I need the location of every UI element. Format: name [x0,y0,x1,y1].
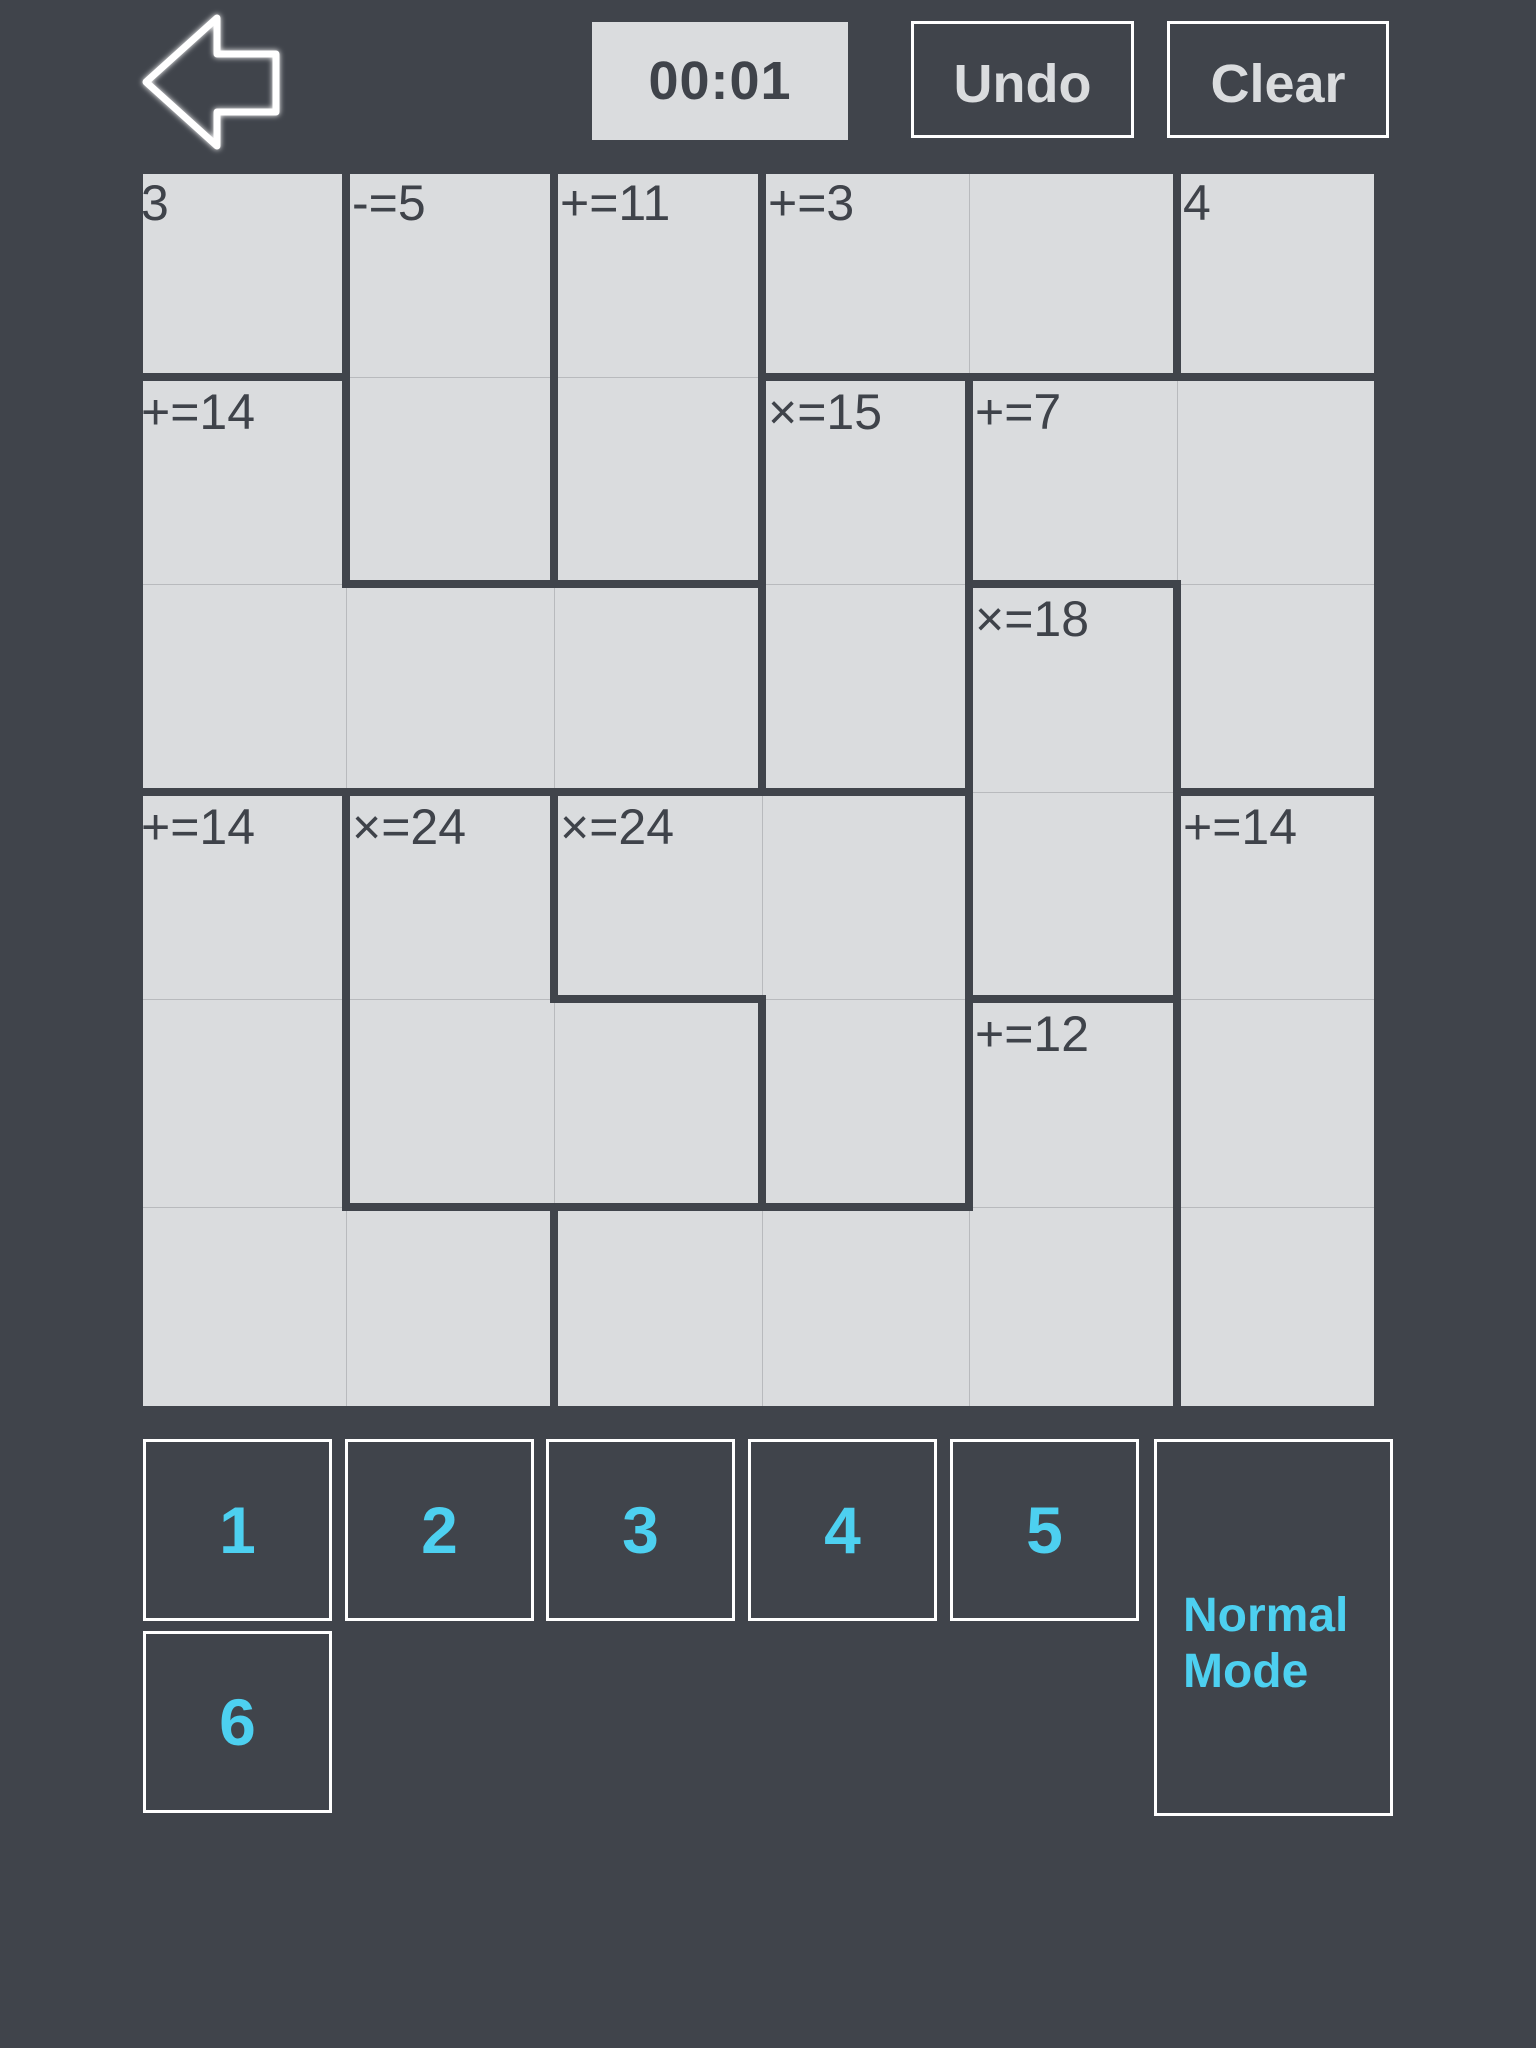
grid-cell[interactable] [1177,584,1378,792]
grid-cell[interactable] [139,584,346,792]
cage-clue: +=7 [975,384,1062,440]
grid-cell[interactable] [969,170,1177,377]
cage-clue: ×=24 [560,799,675,855]
cage-clue: +=12 [975,1006,1090,1062]
cage-clue: 4 [1183,175,1211,231]
cage-border [135,373,350,381]
cage-border [758,788,973,796]
grid-frame [1374,170,1378,1410]
back-arrow-icon [142,14,280,150]
back-button[interactable] [140,12,290,152]
grid-frame [139,1406,1378,1410]
number-key-5[interactable]: 5 [950,1439,1139,1621]
undo-button[interactable]: Undo [911,21,1134,138]
cage-border [342,788,558,796]
cage-border [550,580,766,588]
cage-border [1173,788,1382,796]
cage-clue: +=11 [560,175,671,231]
cage-border [1173,166,1181,381]
grid-cell[interactable] [969,1207,1177,1410]
grid-cell[interactable] [762,999,969,1207]
number-key-3[interactable]: 3 [546,1439,735,1621]
cage-clue: +=14 [141,384,256,440]
cage-border [550,788,558,1003]
cage-border [342,995,350,1211]
cage-border [965,373,1181,381]
grid-cell[interactable] [762,792,969,999]
grid-cell[interactable] [1177,1207,1378,1410]
grid-cell[interactable] [554,999,762,1207]
cage-border [550,1203,766,1211]
grid-cell[interactable] [346,377,554,584]
cage-border [1173,1203,1181,1414]
cage-border [965,995,1181,1003]
grid-cell[interactable] [762,1207,969,1410]
cage-border [550,1203,558,1414]
cage-border [758,373,973,381]
cage-border [758,166,766,381]
grid-cell[interactable] [346,584,554,792]
cage-border [1173,580,1181,796]
cage-border [342,1203,558,1211]
clear-button[interactable]: Clear [1167,21,1389,138]
cage-border [550,995,766,1003]
timer-display: 00:01 [592,22,848,140]
cage-clue: +=14 [1183,799,1298,855]
cage-border [965,580,1181,588]
cage-border [342,788,350,1003]
cage-clue: ×=24 [352,799,467,855]
cage-border [1173,788,1181,1003]
cage-border [135,788,350,796]
grid-cell[interactable] [1177,999,1378,1207]
cage-border [342,166,350,381]
puzzle-grid: 3 -=5 +=11 +=3 4 +=14 ×=15 +=7 ×=18 +=14 ×=24 ×=24 +… [135,166,1382,1414]
grid-cell[interactable] [1177,377,1378,584]
grid-cell[interactable] [554,1207,762,1410]
cage-clue: -=5 [352,175,426,231]
grid-cell[interactable] [762,584,969,792]
cage-border [758,995,766,1211]
cage-border [758,1203,973,1211]
cage-border [965,580,973,796]
number-key-2[interactable]: 2 [345,1439,534,1621]
cage-border [342,580,558,588]
cage-clue: +=14 [141,799,256,855]
mode-toggle-button[interactable]: Normal Mode [1154,1439,1393,1816]
cage-border [1173,995,1181,1211]
cage-border [550,166,558,381]
cage-clue: ×=18 [975,591,1090,647]
cage-clue: ×=15 [768,384,883,440]
grid-frame [139,170,1378,174]
grid-cell[interactable] [554,377,762,584]
cage-border [342,373,350,588]
grid-cell[interactable] [346,999,554,1207]
cage-border [550,373,558,588]
cage-border [965,995,973,1211]
cage-border [550,788,766,796]
cage-border [1173,373,1382,381]
grid-cell[interactable] [346,1207,554,1410]
cage-clue: +=3 [768,175,855,231]
cage-border [965,373,973,588]
cage-border [965,788,973,1003]
grid-cell[interactable] [139,1207,346,1410]
cage-border [758,580,766,796]
grid-cell[interactable] [139,170,346,377]
number-key-1[interactable]: 1 [143,1439,332,1621]
cage-clue: 3 [141,175,169,231]
grid-cell[interactable] [139,999,346,1207]
cage-border [758,373,766,588]
number-key-6[interactable]: 6 [143,1631,332,1813]
mode-label: Normal Mode [1183,1589,1349,1698]
grid-cell[interactable] [554,584,762,792]
grid-cell[interactable] [969,792,1177,999]
grid-frame [139,170,143,1410]
number-key-4[interactable]: 4 [748,1439,937,1621]
